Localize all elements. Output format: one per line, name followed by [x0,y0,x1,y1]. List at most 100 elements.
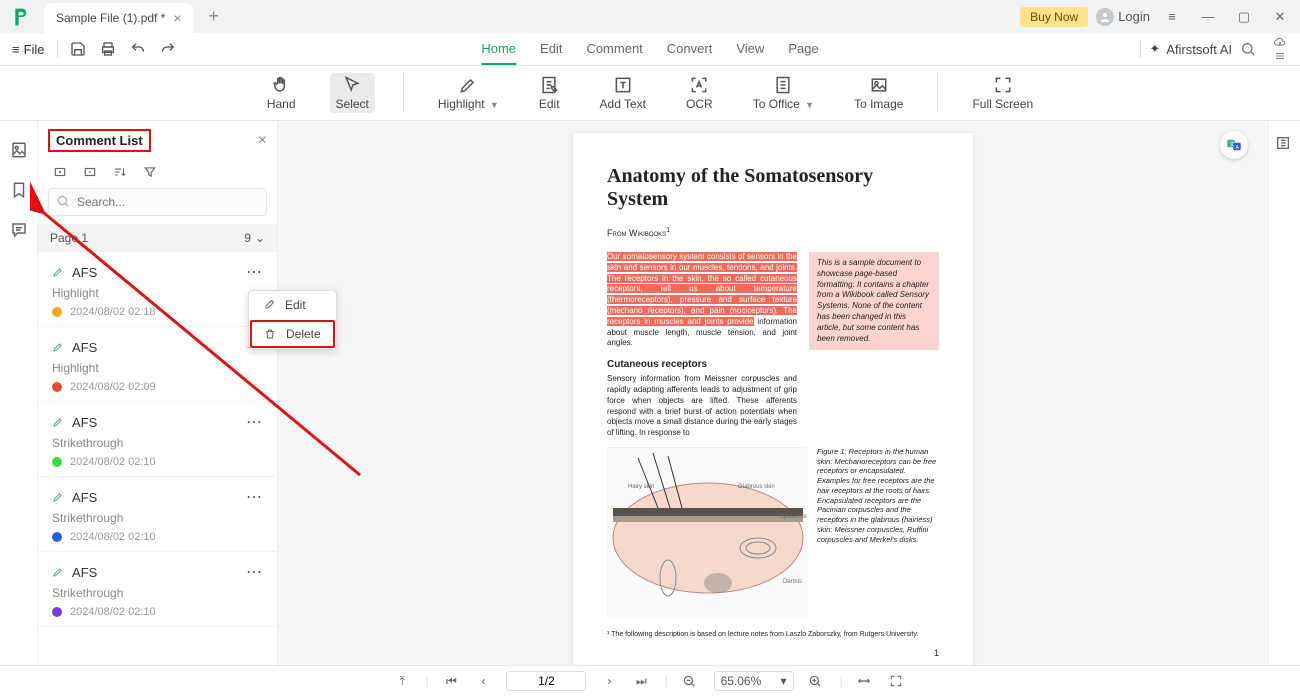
zoom-in-icon[interactable] [808,674,826,688]
comment-more-icon[interactable]: ⋯ [246,487,263,507]
hamburger-icon[interactable]: ≡ [1158,3,1186,31]
comment-date: 2024/08/02 02:10 [70,531,156,543]
sort-icon[interactable] [112,164,128,180]
last-page-icon[interactable]: ⏭ [632,674,650,689]
comment-type: Highlight [52,361,263,375]
tab-view[interactable]: View [736,34,764,65]
close-sidebar-icon[interactable]: × [258,132,267,150]
tool-full-screen[interactable]: Full Screen [966,73,1039,113]
svg-text:Epidermis: Epidermis [780,514,807,520]
tab-title: Sample File (1).pdf * [56,11,165,25]
comment-item[interactable]: AFS⋯Highlight2024/08/02 02:18 [38,252,277,327]
comment-more-icon[interactable]: ⋯ [246,262,263,282]
tool-to-office[interactable]: To Office ▼ [747,73,820,113]
doc-paragraph: Our somatosensory system consists of sen… [607,252,797,349]
list-icon[interactable] [1272,50,1288,62]
scroll-up-icon[interactable]: ⤒ [393,674,411,689]
edit-icon [263,299,277,311]
chevron-down-icon: ⌄ [255,231,265,245]
fit-width-icon[interactable] [857,674,875,688]
doc-figure-caption: Figure 1: Receptors in the human skin: M… [817,447,937,617]
zoom-select[interactable]: 65.06%▾ [714,671,794,691]
comment-context-menu: Edit Delete [248,290,337,350]
comment-item[interactable]: AFS⋯Highlight2024/08/02 02:09 [38,327,277,402]
context-delete[interactable]: Delete [250,320,335,348]
search-icon [56,194,70,208]
close-window-icon[interactable]: ✕ [1266,3,1294,31]
divider [57,40,58,58]
prev-page-icon[interactable]: ‹ [474,674,492,688]
first-page-icon[interactable]: ⏮ [442,674,460,689]
properties-panel-icon[interactable] [1275,135,1295,155]
comment-search-input[interactable] [48,188,267,216]
sparkle-icon: ✦ [1149,41,1160,57]
search-icon[interactable] [1240,41,1256,57]
maximize-icon[interactable]: ▢ [1230,3,1258,31]
tab-page[interactable]: Page [788,34,818,65]
tool-ocr[interactable]: OCR [680,73,719,113]
collapse-all-icon[interactable] [82,164,98,180]
redo-icon[interactable] [160,41,176,57]
annotation-type-icon [52,491,66,503]
expand-all-icon[interactable] [52,164,68,180]
to-image-icon [869,75,889,95]
tab-comment[interactable]: Comment [586,34,642,65]
color-dot [52,607,62,617]
comments-panel-icon[interactable] [8,219,30,241]
context-edit[interactable]: Edit [249,291,336,319]
cloud-upload-icon[interactable] [1272,36,1288,48]
comment-date: 2024/08/02 02:10 [70,606,156,618]
file-menu[interactable]: ≡ File [12,42,45,57]
page-group-header[interactable]: Page 1 9 ⌄ [38,224,277,252]
comment-type: Strikethrough [52,511,263,525]
comment-type: Strikethrough [52,586,263,600]
annotation-type-icon [52,566,66,578]
tab-home[interactable]: Home [481,34,516,65]
comment-more-icon[interactable]: ⋯ [246,562,263,582]
tool-hand[interactable]: Hand [261,73,302,113]
svg-text:Hairy skin: Hairy skin [628,484,654,490]
page-label: Page 1 [50,231,88,245]
tool-highlight[interactable]: Highlight ▼ [432,73,505,113]
document-tab[interactable]: Sample File (1).pdf * × [44,3,194,33]
login-button[interactable]: Login [1096,8,1150,26]
bookmarks-icon[interactable] [8,179,30,201]
comment-author: AFS [72,415,97,430]
new-tab-button[interactable]: + [202,5,226,29]
print-icon[interactable] [100,41,116,57]
tab-edit[interactable]: Edit [540,34,562,65]
save-icon[interactable] [70,41,86,57]
annotation-type-icon [52,416,66,428]
hand-icon [271,75,291,95]
tool-edit[interactable]: Edit [533,73,566,113]
edit-icon [539,75,559,95]
tool-add-text[interactable]: Add Text [594,73,652,113]
comment-more-icon[interactable]: ⋯ [246,412,263,432]
next-page-icon[interactable]: › [600,674,618,688]
fit-page-icon[interactable] [889,674,907,688]
comment-item[interactable]: AFS⋯Strikethrough2024/08/02 02:10 [38,552,277,627]
translate-badge[interactable]: 文A [1220,131,1248,159]
ai-button[interactable]: ✦ Afirstsoft AI [1149,41,1232,57]
doc-heading: Cutaneous receptors [607,359,797,370]
page-comment-count: 9 [244,231,251,245]
comment-type: Strikethrough [52,436,263,450]
tool-to-image[interactable]: To Image [848,73,909,113]
comment-item[interactable]: AFS⋯Strikethrough2024/08/02 02:10 [38,477,277,552]
minimize-icon[interactable]: — [1194,3,1222,31]
tab-convert[interactable]: Convert [667,34,713,65]
color-dot [52,457,62,467]
filter-icon[interactable] [142,164,158,180]
thumbnails-icon[interactable] [8,139,30,161]
comment-item[interactable]: AFS⋯Strikethrough2024/08/02 02:10 [38,402,277,477]
comment-date: 2024/08/02 02:18 [70,306,156,318]
buy-now-button[interactable]: Buy Now [1020,7,1088,27]
undo-icon[interactable] [130,41,146,57]
close-tab-icon[interactable]: × [173,10,181,26]
comment-type: Highlight [52,286,263,300]
page-input[interactable] [506,671,586,691]
tool-select[interactable]: Select [330,73,375,113]
highlight-icon [458,75,478,95]
zoom-out-icon[interactable] [682,674,700,688]
svg-text:Glabrous skin: Glabrous skin [738,484,775,490]
